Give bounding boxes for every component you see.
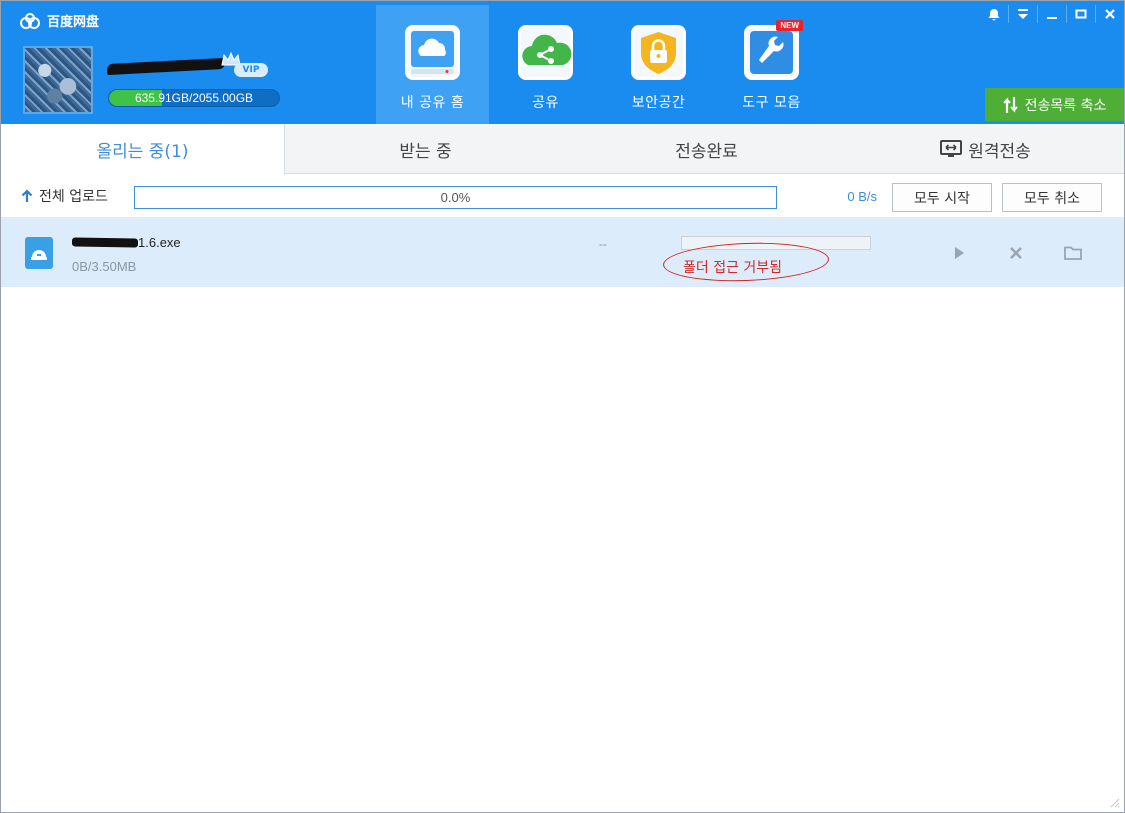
quota-used: 635.91: [134, 91, 172, 105]
file-name-redaction: [71, 237, 139, 248]
wrench-icon: NEW: [744, 20, 803, 80]
collapse-transfer-list-button[interactable]: 전송목록 축소: [985, 88, 1124, 121]
file-speed: --: [599, 237, 607, 251]
tab-downloading-label: 받는 중: [399, 141, 452, 162]
nav-item-share[interactable]: 공유: [489, 5, 602, 124]
upload-arrow-icon: [21, 189, 33, 202]
nav-item-my-home[interactable]: 내 공유 홈: [376, 5, 489, 124]
baidu-cloud-logo-icon: [20, 12, 40, 29]
nav-label-share: 공유: [532, 95, 559, 111]
resize-grip-icon[interactable]: [1108, 796, 1120, 808]
folder-icon: [1064, 246, 1082, 260]
collapse-transfer-list-label: 전송목록 축소: [1024, 97, 1107, 114]
nav-item-secure-space[interactable]: 보안공간: [602, 5, 715, 124]
error-message: 폴더 접근 거부됨: [683, 260, 783, 276]
brand: 百度网盘: [19, 11, 99, 30]
header-bar: 百度网盘 VIP 635.91 GB/2055.00GB 내 공유 홈 공유 보…: [1, 1, 1124, 124]
app-window: 百度网盘 VIP 635.91 GB/2055.00GB 내 공유 홈 공유 보…: [0, 0, 1125, 813]
file-size: 0B/3.50MB: [72, 259, 137, 274]
cancel-all-button[interactable]: 모두 취소: [1002, 183, 1102, 212]
open-folder-button[interactable]: [1061, 241, 1085, 265]
nav-item-toolbox[interactable]: NEW 도구 모음: [715, 5, 828, 124]
tab-remote-transfer[interactable]: 원격전송: [847, 124, 1124, 174]
nav-label-secure-space: 보안공간: [631, 95, 686, 111]
lock-shield-icon: [631, 25, 686, 80]
main-nav: 내 공유 홈 공유 보안공간 NEW 도구 모음: [376, 5, 828, 124]
close-icon: [1010, 247, 1022, 259]
new-badge: NEW: [776, 20, 803, 31]
overall-progress-text: 0.0%: [440, 190, 471, 205]
bell-icon[interactable]: [980, 1, 1008, 27]
overall-speed: 0 B/s: [847, 189, 877, 204]
upload-all-label: 전체 업로드: [39, 189, 108, 205]
cancel-upload-button[interactable]: [1004, 241, 1028, 265]
quota-total: GB/2055.00GB: [171, 91, 254, 105]
tab-remote-transfer-label: 원격전송: [968, 141, 1031, 162]
tab-uploading[interactable]: 올리는 중(1): [1, 124, 285, 175]
storage-quota-text: 635.91 GB/2055.00GB: [109, 90, 279, 106]
close-icon[interactable]: [1096, 1, 1124, 27]
dropdown-icon[interactable]: [1009, 1, 1037, 27]
nav-label-toolbox: 도구 모음: [742, 95, 801, 111]
tab-completed-label: 전송완료: [675, 141, 738, 162]
share-icon: [518, 25, 573, 80]
cloud-drive-icon: [405, 25, 460, 80]
exe-file-icon: [25, 237, 53, 269]
maximize-icon[interactable]: [1067, 1, 1095, 27]
resume-button[interactable]: [947, 241, 971, 265]
start-all-button[interactable]: 모두 시작: [892, 183, 992, 212]
upload-toolbar: 전체 업로드 0.0% 0 B/s 모두 시작 모두 취소: [1, 174, 1124, 216]
minimize-icon[interactable]: [1038, 1, 1066, 27]
tab-completed[interactable]: 전송완료: [566, 124, 847, 174]
tab-downloading[interactable]: 받는 중: [285, 124, 566, 174]
play-icon: [955, 247, 964, 259]
vip-badge: VIP: [234, 63, 268, 77]
username-redacted: [106, 57, 226, 76]
transfer-arrows-icon: [1002, 96, 1018, 113]
file-name-ext: .exe: [156, 235, 181, 250]
storage-quota-bar: 635.91 GB/2055.00GB: [108, 89, 280, 107]
app-title: 百度网盘: [47, 15, 100, 30]
nav-label-my-home: 내 공유 홈: [400, 95, 465, 111]
tab-uploading-label: 올리는 중(1): [96, 142, 189, 162]
file-name-suffix: 1.6: [138, 235, 157, 250]
window-controls: [980, 1, 1124, 27]
remote-transfer-icon: [940, 140, 963, 157]
upload-all-label-group: 전체 업로드: [21, 186, 108, 206]
avatar[interactable]: [23, 46, 93, 114]
transfer-tabs: 올리는 중(1) 받는 중 전송완료 원격전송: [1, 124, 1124, 175]
overall-progress-bar: 0.0%: [134, 186, 777, 209]
